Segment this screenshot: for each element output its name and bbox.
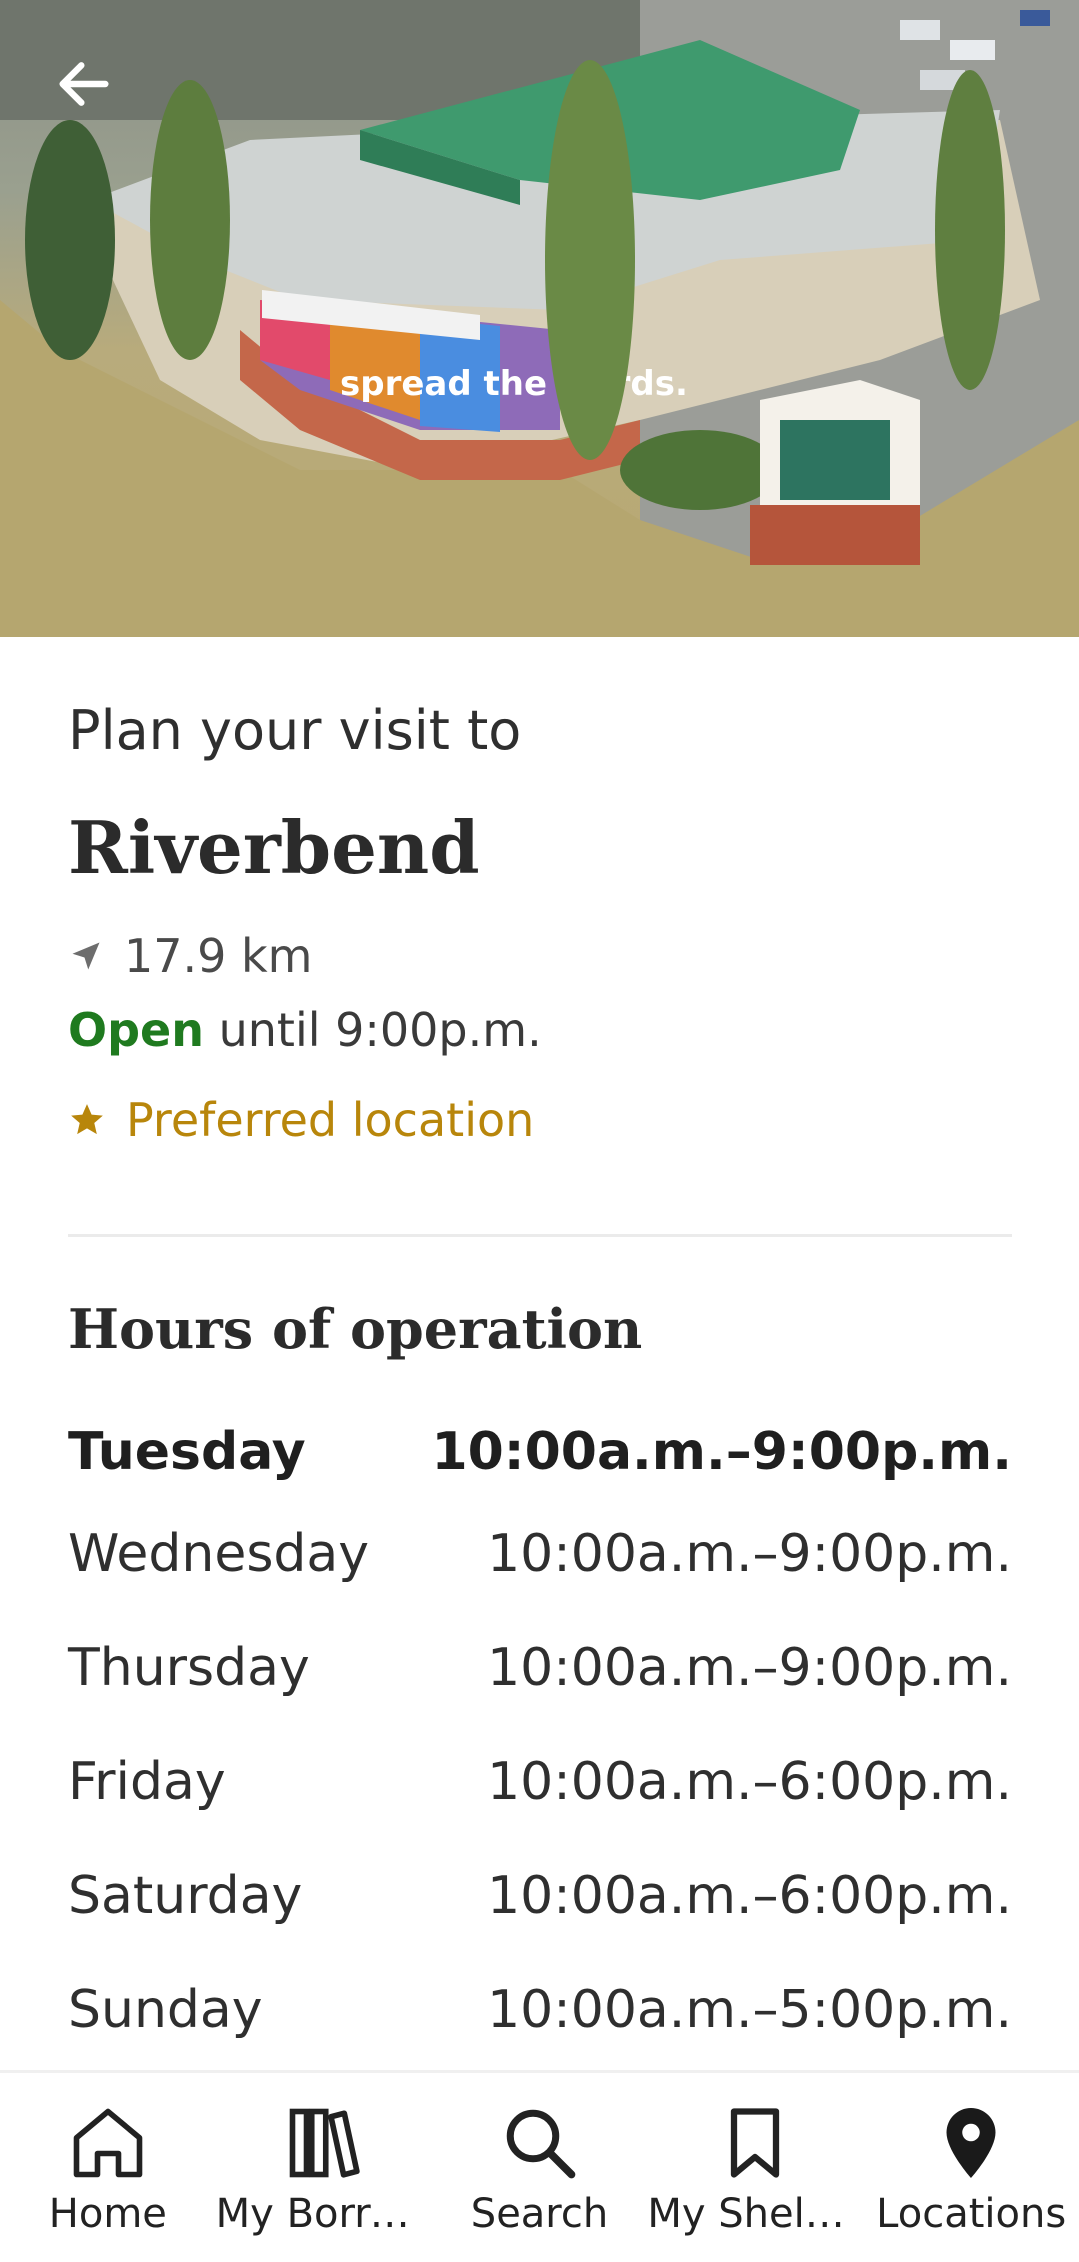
hours-heading: Hours of operation bbox=[68, 1297, 643, 1361]
hours-time: 10:00a.m.–9:00p.m. bbox=[487, 1524, 1012, 1584]
hours-table: Tuesday 10:00a.m.–9:00p.m. Wednesday 10:… bbox=[68, 1407, 1012, 2067]
navigation-arrow-icon bbox=[72, 942, 100, 970]
books-icon bbox=[289, 2108, 360, 2178]
nav-label-locations: Locations bbox=[876, 2191, 1067, 2237]
hours-row: Saturday 10:00a.m.–6:00p.m. bbox=[68, 1839, 1012, 1953]
nav-item-my-borrowing[interactable]: My Borro… bbox=[216, 2101, 432, 2237]
plan-visit-subtitle: Plan your visit to bbox=[68, 699, 522, 762]
nav-item-home[interactable]: Home bbox=[0, 2101, 216, 2237]
star-icon bbox=[71, 1104, 103, 1135]
bookmark-icon bbox=[731, 2108, 780, 2178]
preferred-location-button[interactable]: Preferred location bbox=[68, 1093, 534, 1147]
hours-day: Friday bbox=[68, 1752, 226, 1812]
hours-time: 10:00a.m.–9:00p.m. bbox=[487, 1638, 1012, 1698]
branch-name: Riverbend bbox=[68, 805, 480, 890]
branch-photo: spread the words. bbox=[0, 0, 1079, 637]
nav-label-home: Home bbox=[48, 2191, 167, 2237]
hours-row: Thursday 10:00a.m.–9:00p.m. bbox=[68, 1611, 1012, 1725]
arrow-left-icon bbox=[59, 62, 109, 106]
nav-label-my-shelves: My Shelves bbox=[647, 2191, 864, 2237]
home-icon bbox=[73, 2108, 143, 2178]
hours-time: 10:00a.m.–5:00p.m. bbox=[487, 1980, 1012, 2040]
location-pin-icon bbox=[946, 2108, 996, 2178]
hours-day: Thursday bbox=[68, 1638, 310, 1698]
hours-day: Wednesday bbox=[68, 1524, 370, 1584]
hours-row: Friday 10:00a.m.–6:00p.m. bbox=[68, 1725, 1012, 1839]
nav-item-my-shelves[interactable]: My Shelves bbox=[647, 2101, 863, 2237]
distance-value: 17.9 km bbox=[124, 929, 313, 983]
branch-photo-illustration: spread the words. bbox=[0, 0, 1079, 637]
preferred-location-label: Preferred location bbox=[126, 1093, 535, 1147]
open-until-text: until 9:00p.m. bbox=[203, 1003, 542, 1057]
back-button[interactable] bbox=[52, 52, 140, 140]
nav-label-search: Search bbox=[470, 2191, 609, 2237]
hours-day: Tuesday bbox=[68, 1422, 306, 1482]
hours-day: Saturday bbox=[68, 1866, 303, 1926]
hours-row: Wednesday 10:00a.m.–9:00p.m. bbox=[68, 1497, 1012, 1611]
location-detail-page: spread the words. Plan your visit to Riv… bbox=[0, 0, 1079, 2262]
bottom-navigation: Home My Borro… Search My Shelves Locatio… bbox=[0, 2070, 1079, 2262]
hours-time: 10:00a.m.–6:00p.m. bbox=[487, 1866, 1012, 1926]
hours-row-today: Tuesday 10:00a.m.–9:00p.m. bbox=[68, 1407, 1012, 1497]
nav-label-my-borrowing: My Borro… bbox=[215, 2191, 432, 2237]
open-hours-status: Open until 9:00p.m. bbox=[68, 1003, 542, 1057]
search-icon bbox=[506, 2109, 575, 2179]
hours-time: 10:00a.m.–9:00p.m. bbox=[431, 1422, 1012, 1482]
hours-day: Sunday bbox=[68, 1980, 263, 2040]
open-status-label: Open bbox=[68, 1003, 204, 1057]
divider bbox=[68, 1234, 1012, 1237]
hours-row: Sunday 10:00a.m.–5:00p.m. bbox=[68, 1953, 1012, 2067]
nav-item-search[interactable]: Search bbox=[432, 2101, 648, 2237]
banner-text: spread the words. bbox=[340, 364, 688, 404]
nav-item-locations[interactable]: Locations bbox=[863, 2101, 1079, 2237]
distance-row: 17.9 km bbox=[68, 929, 313, 983]
hours-time: 10:00a.m.–6:00p.m. bbox=[487, 1752, 1012, 1812]
